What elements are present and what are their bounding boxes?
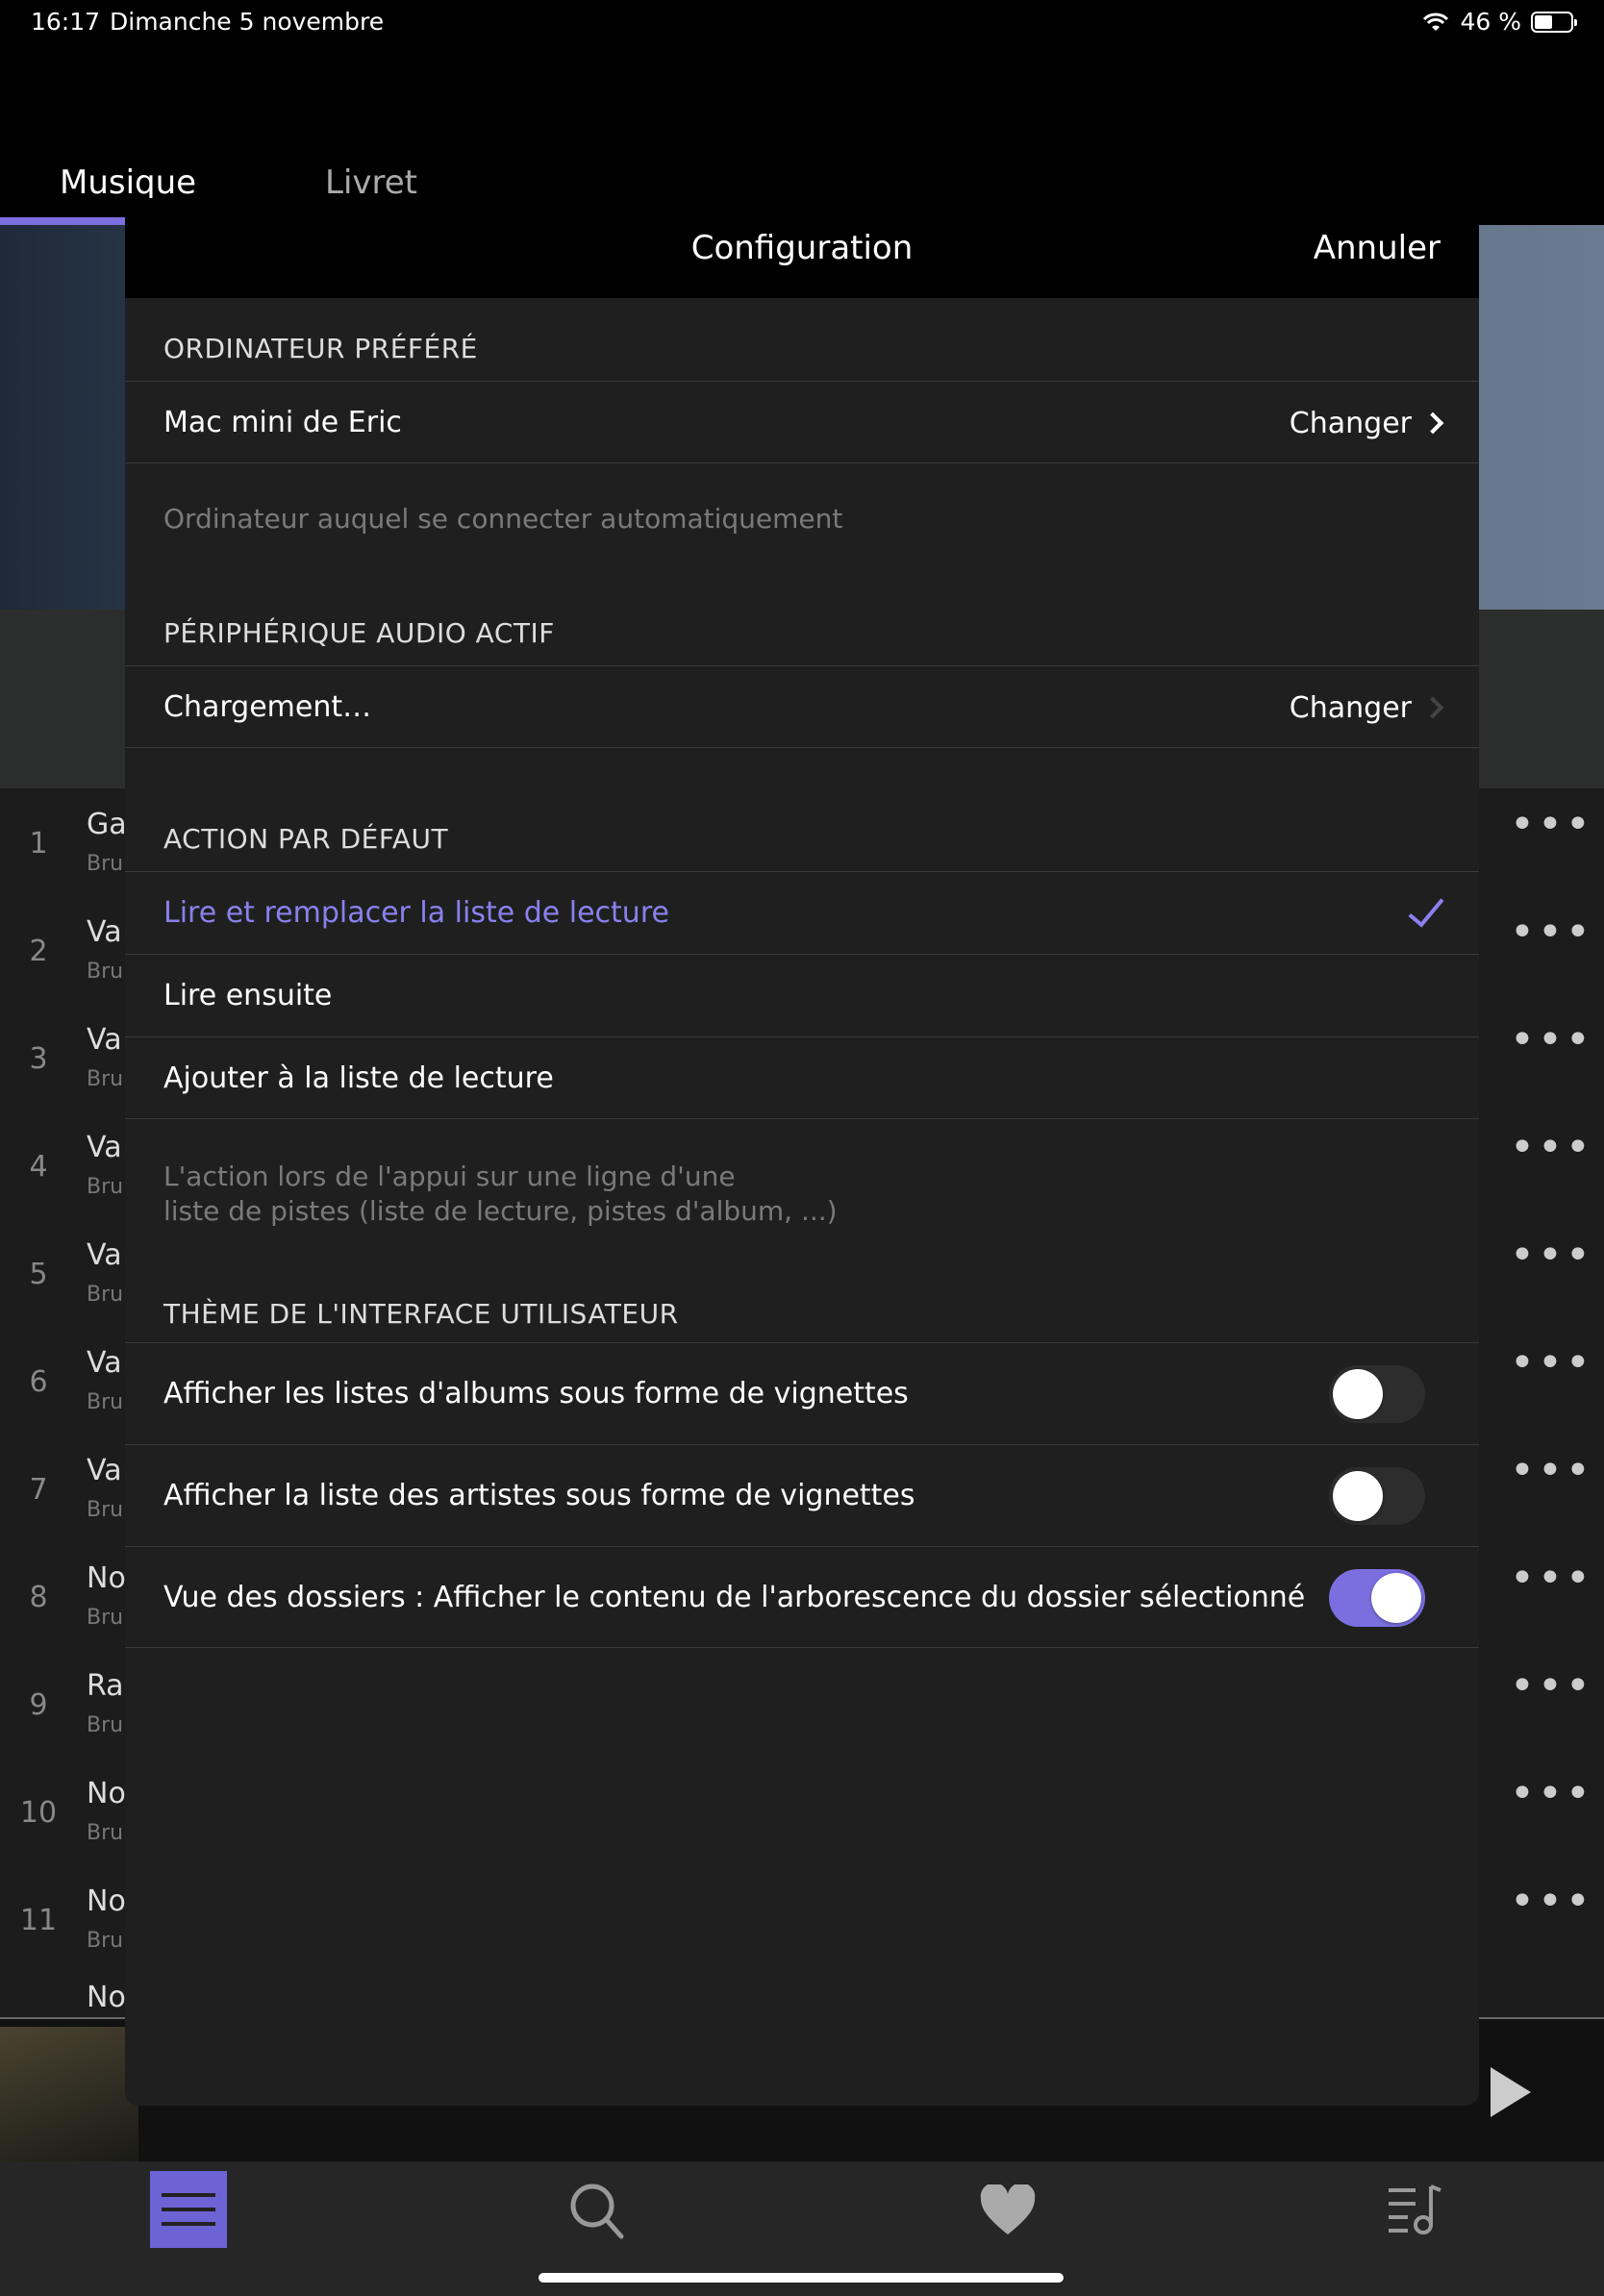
cancel-button[interactable]: Annuler [1314,198,1441,298]
checkmark-icon [1408,889,1444,928]
track-artist: Bru [87,1929,124,1953]
action-option-label: Lire ensuite [163,979,333,1012]
section-header-theme: THÈME DE L'INTERFACE UTILISATEUR [163,1298,679,1330]
track-title[interactable]: Va [87,1454,122,1487]
action-option-label: Ajouter à la liste de lecture [163,1061,554,1095]
track-number: 5 [29,1258,48,1291]
playlist-icon[interactable] [1387,2183,1444,2234]
more-icon[interactable]: ••• [1510,1015,1593,1064]
track-number: 4 [29,1150,48,1184]
track-number: 10 [19,1796,58,1830]
track-artist: Bru [87,1498,124,1522]
track-title[interactable]: No [87,1561,126,1595]
artist-thumbnails-row: Afficher la liste des artistes sous form… [125,1444,1479,1546]
track-artist: Bru [87,1067,124,1091]
preferred-computer-value: Mac mini de Eric [163,406,402,439]
change-audio-button[interactable]: Changer [1289,666,1444,749]
track-artist: Bru [87,1606,124,1630]
track-number: 3 [29,1042,48,1076]
modal-title: Configuration [690,229,914,267]
track-title[interactable]: Va [87,1346,122,1380]
track-title[interactable]: Ra [87,1669,124,1703]
track-number: 9 [29,1688,48,1722]
action-option-add[interactable]: Ajouter à la liste de lecture [125,1036,1479,1119]
preferred-computer-row[interactable]: Mac mini de Eric Changer [125,381,1479,463]
toggle-label: Afficher les listes d'albums sous forme … [163,1377,909,1410]
folder-view-toggle[interactable] [1329,1569,1425,1627]
more-icon[interactable]: ••• [1510,1661,1593,1710]
track-number: 11 [19,1904,58,1937]
track-title[interactable]: No [87,1981,126,2014]
more-icon[interactable]: ••• [1510,1338,1593,1387]
toggle-label: Vue des dossiers : Afficher le contenu d… [163,1581,1306,1614]
track-number: 1 [29,827,48,861]
track-artist: Bru [87,960,124,984]
battery-percent: 46 % [1460,8,1521,36]
more-icon[interactable]: ••• [1510,1231,1593,1280]
track-title[interactable]: Ga [87,808,127,841]
track-number: 6 [29,1365,48,1399]
track-number: 7 [29,1473,48,1507]
action-option-label: Lire et remplacer la liste de lecture [163,896,669,930]
chevron-right-icon [1421,412,1444,435]
status-indicators: 46 % [1421,8,1577,36]
section-header-audio: PÉRIPHÉRIQUE AUDIO ACTIF [163,617,555,649]
track-artist: Bru [87,1390,124,1414]
toggle-label: Afficher la liste des artistes sous form… [163,1479,915,1512]
section-header-action: ACTION PAR DÉFAUT [163,823,449,855]
change-computer-button[interactable]: Changer [1289,382,1444,464]
section-header-computer: ORDINATEUR PRÉFÉRÉ [163,333,478,364]
play-icon[interactable] [1491,2067,1531,2117]
change-label: Changer [1289,406,1412,440]
track-artist: Bru [87,1821,124,1845]
more-icon[interactable]: ••• [1510,800,1593,849]
status-time: 16:17 [31,8,101,36]
audio-device-value: Chargement… [163,690,372,724]
audio-device-row[interactable]: Chargement… Changer [125,665,1479,748]
more-icon[interactable]: ••• [1510,1446,1593,1495]
album-thumbnails-row: Afficher les listes d'albums sous forme … [125,1342,1479,1444]
tab-livret[interactable]: Livret [325,163,417,202]
track-artist: Bru [87,1175,124,1199]
chevron-right-icon [1421,696,1444,719]
more-icon[interactable]: ••• [1510,1554,1593,1603]
menu-icon[interactable] [150,2171,227,2248]
wifi-icon [1423,12,1449,31]
artist-thumbnails-toggle[interactable] [1329,1467,1425,1525]
battery-icon [1531,11,1577,33]
home-indicator[interactable] [539,2273,1064,2283]
section-footer-computer: Ordinateur auquel se connecter automatiq… [163,503,843,535]
action-option-play-next[interactable]: Lire ensuite [125,954,1479,1036]
album-artwork-thumbnail[interactable] [0,2027,138,2161]
change-label: Changer [1289,690,1412,725]
section-footer-action-line1: L'action lors de l'appui sur une ligne d… [163,1160,736,1192]
tab-musique[interactable]: Musique [60,163,196,202]
section-footer-action-line2: liste de pistes (liste de lecture, piste… [163,1195,838,1227]
folder-view-row: Vue des dossiers : Afficher le contenu d… [125,1546,1479,1648]
track-artist: Bru [87,852,124,876]
configuration-modal: Configuration Annuler ORDINATEUR PRÉFÉRÉ… [125,198,1479,2106]
track-title[interactable]: Va [87,915,122,949]
search-icon[interactable] [567,2181,625,2240]
track-title[interactable]: Va [87,1131,122,1164]
action-option-replace[interactable]: Lire et remplacer la liste de lecture [125,871,1479,954]
album-thumbnails-toggle[interactable] [1329,1365,1425,1423]
track-title[interactable]: Va [87,1023,122,1057]
more-icon[interactable]: ••• [1510,1877,1593,1926]
tab-underline [0,217,125,225]
track-title[interactable]: No [87,1777,126,1810]
track-title[interactable]: Va [87,1238,122,1272]
track-artist: Bru [87,1713,124,1737]
heart-icon[interactable] [979,2184,1037,2236]
more-icon[interactable]: ••• [1510,908,1593,957]
more-icon[interactable]: ••• [1510,1769,1593,1818]
track-number: 8 [29,1581,48,1614]
track-title[interactable]: No [87,1884,126,1918]
more-icon[interactable]: ••• [1510,1123,1593,1172]
track-number: 2 [29,935,48,968]
status-date: Dimanche 5 novembre [110,8,385,36]
track-artist: Bru [87,1283,124,1307]
